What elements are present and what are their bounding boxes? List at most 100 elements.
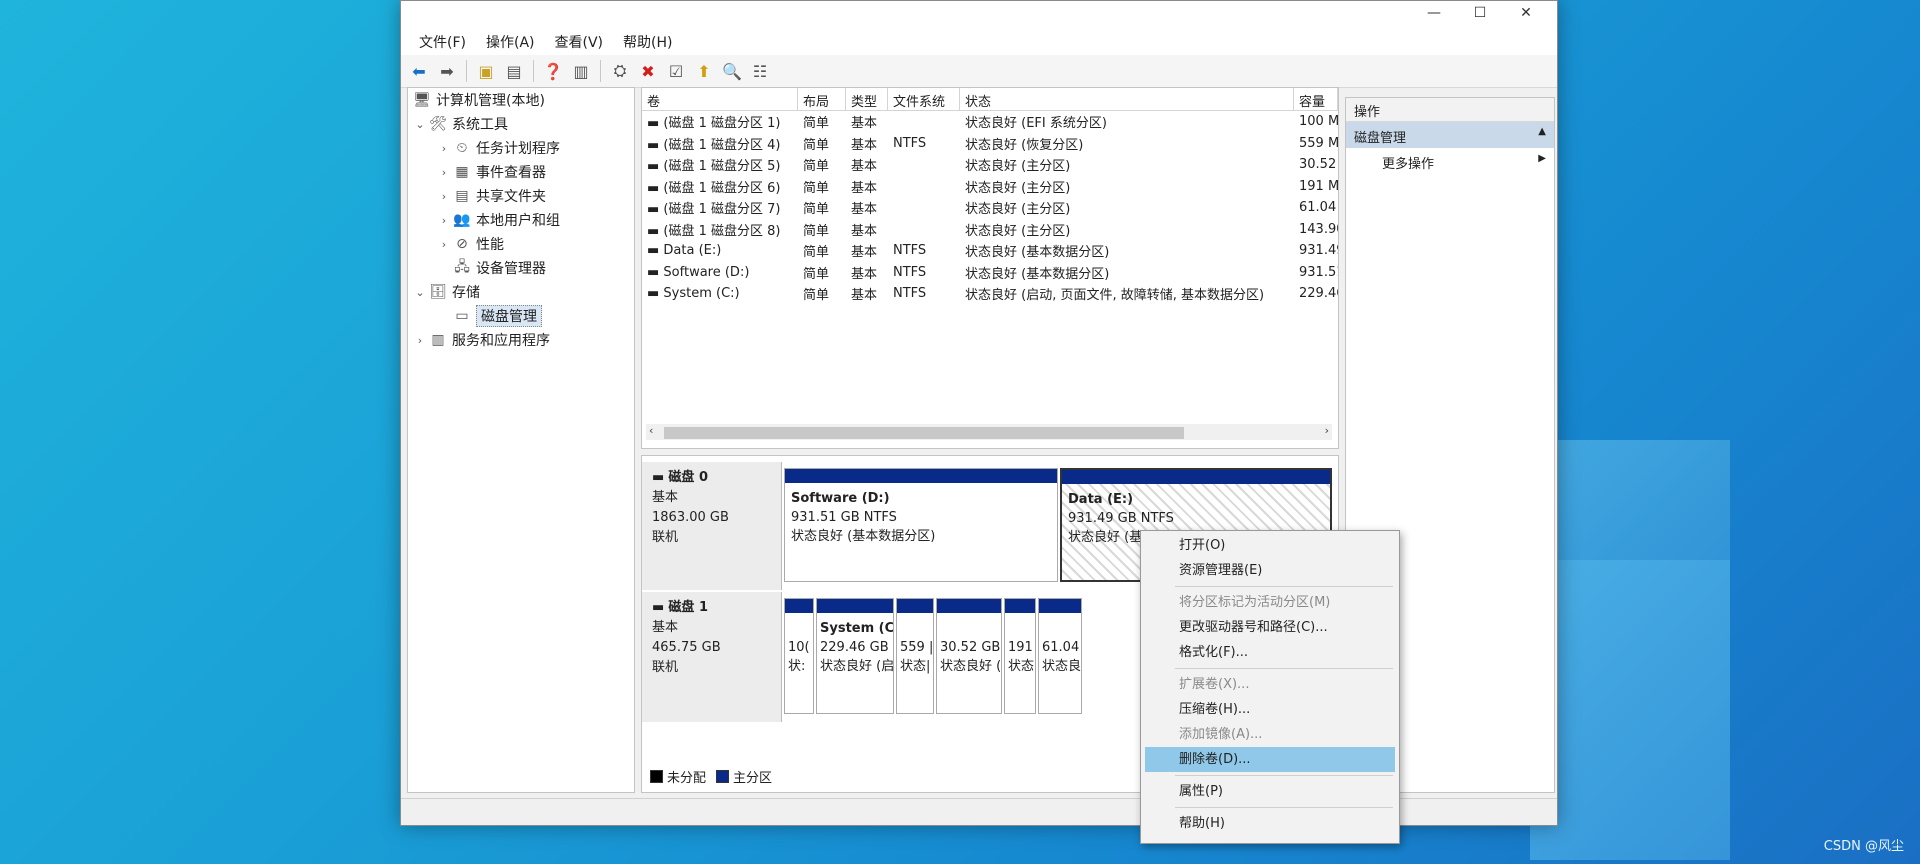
volume-row[interactable]: ▬ Data (E:) 简单 基本 NTFS 状态良好 (基本数据分区) 931.49 — [642, 240, 1338, 262]
minimize-button[interactable]: — — [1411, 5, 1457, 27]
menu-action[interactable]: 操作(A) — [478, 30, 543, 54]
scroll-left-icon[interactable]: ‹ — [649, 424, 653, 437]
volume-list: 卷 布局 类型 文件系统 状态 容量 ▬ (磁盘 1 磁盘分区 1) 简单 基本 状态… — [641, 87, 1339, 449]
partition-status: 状态良好 ( — [940, 659, 1001, 674]
expand-arrow-icon[interactable]: › — [412, 334, 428, 347]
expand-arrow-icon[interactable]: ⌄ — [412, 286, 428, 299]
back-icon[interactable]: ⬅ — [407, 59, 431, 83]
disk1-partition[interactable]: System (C: 229.46 GB N 状态良好 (启 — [816, 598, 894, 714]
show-hide-tree-icon[interactable]: ▤ — [502, 59, 526, 83]
volume-cell: 简单 — [803, 180, 830, 196]
disk1-partition[interactable]: 559 | 状态| — [896, 598, 934, 714]
context-menu-item[interactable]: 删除卷(D)... — [1145, 747, 1395, 772]
disk1-info[interactable]: ▬ 磁盘 1 基本 465.75 GB 联机 — [642, 592, 782, 722]
tree-item[interactable]: 🖧 设备管理器 — [408, 256, 634, 280]
tree-item[interactable]: › ▤ 共享文件夹 — [408, 184, 634, 208]
tree-item[interactable]: ⌄ 🗄 存储 — [408, 280, 634, 304]
partition-name: Software (D:) — [791, 491, 890, 506]
volume-row[interactable]: ▬ Software (D:) 简单 基本 NTFS 状态良好 (基本数据分区) 931.… — [642, 262, 1338, 284]
partition-status: 状态良好 (基本数据分区) — [791, 529, 936, 544]
search-icon[interactable]: 🔍 — [720, 59, 744, 83]
collapse-icon[interactable]: ▲ — [1538, 126, 1546, 137]
partition-size: 10( — [788, 640, 810, 655]
disk1-partition[interactable]: 10(状: — [784, 598, 814, 714]
legend-primary: 主分区 — [733, 771, 773, 786]
tree-item[interactable]: › ▦ 事件查看器 — [408, 160, 634, 184]
tree-item[interactable]: › 👥 本地用户和组 — [408, 208, 634, 232]
check-icon[interactable]: ☑ — [664, 59, 688, 83]
tree-node-icon: ⊘ — [456, 236, 468, 252]
context-menu-item[interactable]: 打开(O) — [1141, 533, 1399, 558]
column-type[interactable]: 类型 — [846, 88, 888, 110]
column-filesystem[interactable]: 文件系统 — [888, 88, 960, 110]
menu-file[interactable]: 文件(F) — [411, 30, 474, 54]
menu-separator — [1175, 775, 1393, 776]
tree-item-label: 事件查看器 — [476, 165, 546, 181]
volume-row[interactable]: ▬ (磁盘 1 磁盘分区 7) 简单 基本 状态良好 (主分区) 61.04 G — [642, 197, 1338, 219]
scroll-right-icon[interactable]: › — [1325, 424, 1329, 437]
primary-swatch — [716, 770, 730, 783]
partition-size: 30.52 GB — [940, 640, 1001, 655]
forward-icon[interactable]: ➡ — [435, 59, 459, 83]
maximize-button[interactable]: ☐ — [1457, 5, 1503, 27]
column-layout[interactable]: 布局 — [798, 88, 846, 110]
up-arrow-icon[interactable]: ⬆ — [692, 59, 716, 83]
tree-node-icon: 🛠 — [429, 116, 447, 132]
partition-software-d[interactable]: Software (D:) 931.51 GB NTFS 状态良好 (基本数据分… — [784, 468, 1058, 582]
volume-cell: 状态良好 (启动, 页面文件, 故障转储, 基本数据分区) — [965, 288, 1265, 304]
column-capacity[interactable]: 容量 — [1294, 88, 1338, 110]
context-menu-item[interactable]: 更改驱动器号和路径(C)... — [1141, 615, 1399, 640]
disk1-partition[interactable]: 30.52 GB 状态良好 ( — [936, 598, 1002, 714]
actions-disk-management[interactable]: 磁盘管理 ▲ — [1346, 122, 1554, 148]
volume-row[interactable]: ▬ (磁盘 1 磁盘分区 5) 简单 基本 状态良好 (主分区) 30.52 G — [642, 154, 1338, 176]
volume-icon: ▬ — [647, 202, 664, 218]
up-folder-icon[interactable]: ▣ — [474, 59, 498, 83]
delete-icon[interactable]: ✖ — [636, 59, 660, 83]
connect-icon[interactable]: ⛭ — [608, 59, 632, 83]
volume-cell: 229.46 — [1299, 286, 1338, 302]
expand-arrow-icon[interactable]: › — [436, 190, 452, 203]
view-icon[interactable]: ▥ — [569, 59, 593, 83]
tree-item[interactable]: › ⏲ 任务计划程序 — [408, 136, 634, 160]
tree-item[interactable]: ⌄ 🛠 系统工具 — [408, 112, 634, 136]
tree-item-label: 共享文件夹 — [476, 189, 546, 205]
scroll-thumb[interactable] — [664, 427, 1184, 439]
tree-item[interactable]: › ▥ 服务和应用程序 — [408, 328, 634, 352]
partition-size: 191 — [1008, 640, 1033, 655]
expand-arrow-icon[interactable]: › — [436, 238, 452, 251]
context-menu-item[interactable]: 属性(P) — [1141, 779, 1399, 804]
primary-partition-bar — [1039, 599, 1081, 613]
volume-row[interactable]: ▬ (磁盘 1 磁盘分区 8) 简单 基本 状态良好 (主分区) 143.90 — [642, 219, 1338, 241]
context-menu-item[interactable]: 格式化(F)... — [1141, 640, 1399, 665]
help-icon[interactable]: ❓ — [541, 59, 565, 83]
disk0-info[interactable]: ▬ 磁盘 0 基本 1863.00 GB 联机 — [642, 462, 782, 590]
volume-row[interactable]: ▬ (磁盘 1 磁盘分区 4) 简单 基本 NTFS 状态良好 (恢复分区) 559 ME — [642, 133, 1338, 155]
disk1-partition[interactable]: 191 状态 — [1004, 598, 1036, 714]
column-volume[interactable]: 卷 — [642, 88, 798, 110]
volume-icon: ▬ — [647, 223, 664, 239]
expand-arrow-icon[interactable]: › — [436, 142, 452, 155]
tree-item-label: 系统工具 — [452, 117, 508, 133]
close-button[interactable]: ✕ — [1503, 5, 1549, 27]
menu-view[interactable]: 查看(V) — [547, 30, 612, 54]
expand-arrow-icon[interactable]: › — [436, 166, 452, 179]
column-status[interactable]: 状态 — [960, 88, 1294, 110]
actions-more[interactable]: 更多操作 ▶ — [1346, 148, 1554, 174]
expand-arrow-icon[interactable]: ⌄ — [412, 118, 428, 131]
context-menu-item[interactable]: 帮助(H) — [1141, 811, 1399, 836]
context-menu-item[interactable]: 资源管理器(E) — [1141, 558, 1399, 583]
properties-icon[interactable]: ☷ — [748, 59, 772, 83]
menu-help[interactable]: 帮助(H) — [615, 30, 680, 54]
disk1-partition[interactable]: 61.04 状态良 — [1038, 598, 1082, 714]
menu-separator — [1175, 586, 1393, 587]
volume-row[interactable]: ▬ System (C:) 简单 基本 NTFS 状态良好 (启动, 页面文件, 故障转… — [642, 283, 1338, 305]
volume-cell: NTFS — [893, 135, 927, 151]
volume-row[interactable]: ▬ (磁盘 1 磁盘分区 6) 简单 基本 状态良好 (主分区) 191 ME — [642, 176, 1338, 198]
tree-root[interactable]: 🖥 计算机管理(本地) — [408, 88, 634, 112]
tree-item[interactable]: ▭ 磁盘管理 — [408, 304, 634, 328]
expand-arrow-icon[interactable]: › — [436, 214, 452, 227]
volume-row[interactable]: ▬ (磁盘 1 磁盘分区 1) 简单 基本 状态良好 (EFI 系统分区) 100 ME — [642, 111, 1338, 133]
context-menu-item[interactable]: 压缩卷(H)... — [1141, 697, 1399, 722]
tree-item[interactable]: › ⊘ 性能 — [408, 232, 634, 256]
horizontal-scrollbar[interactable]: ‹ › — [646, 424, 1332, 440]
